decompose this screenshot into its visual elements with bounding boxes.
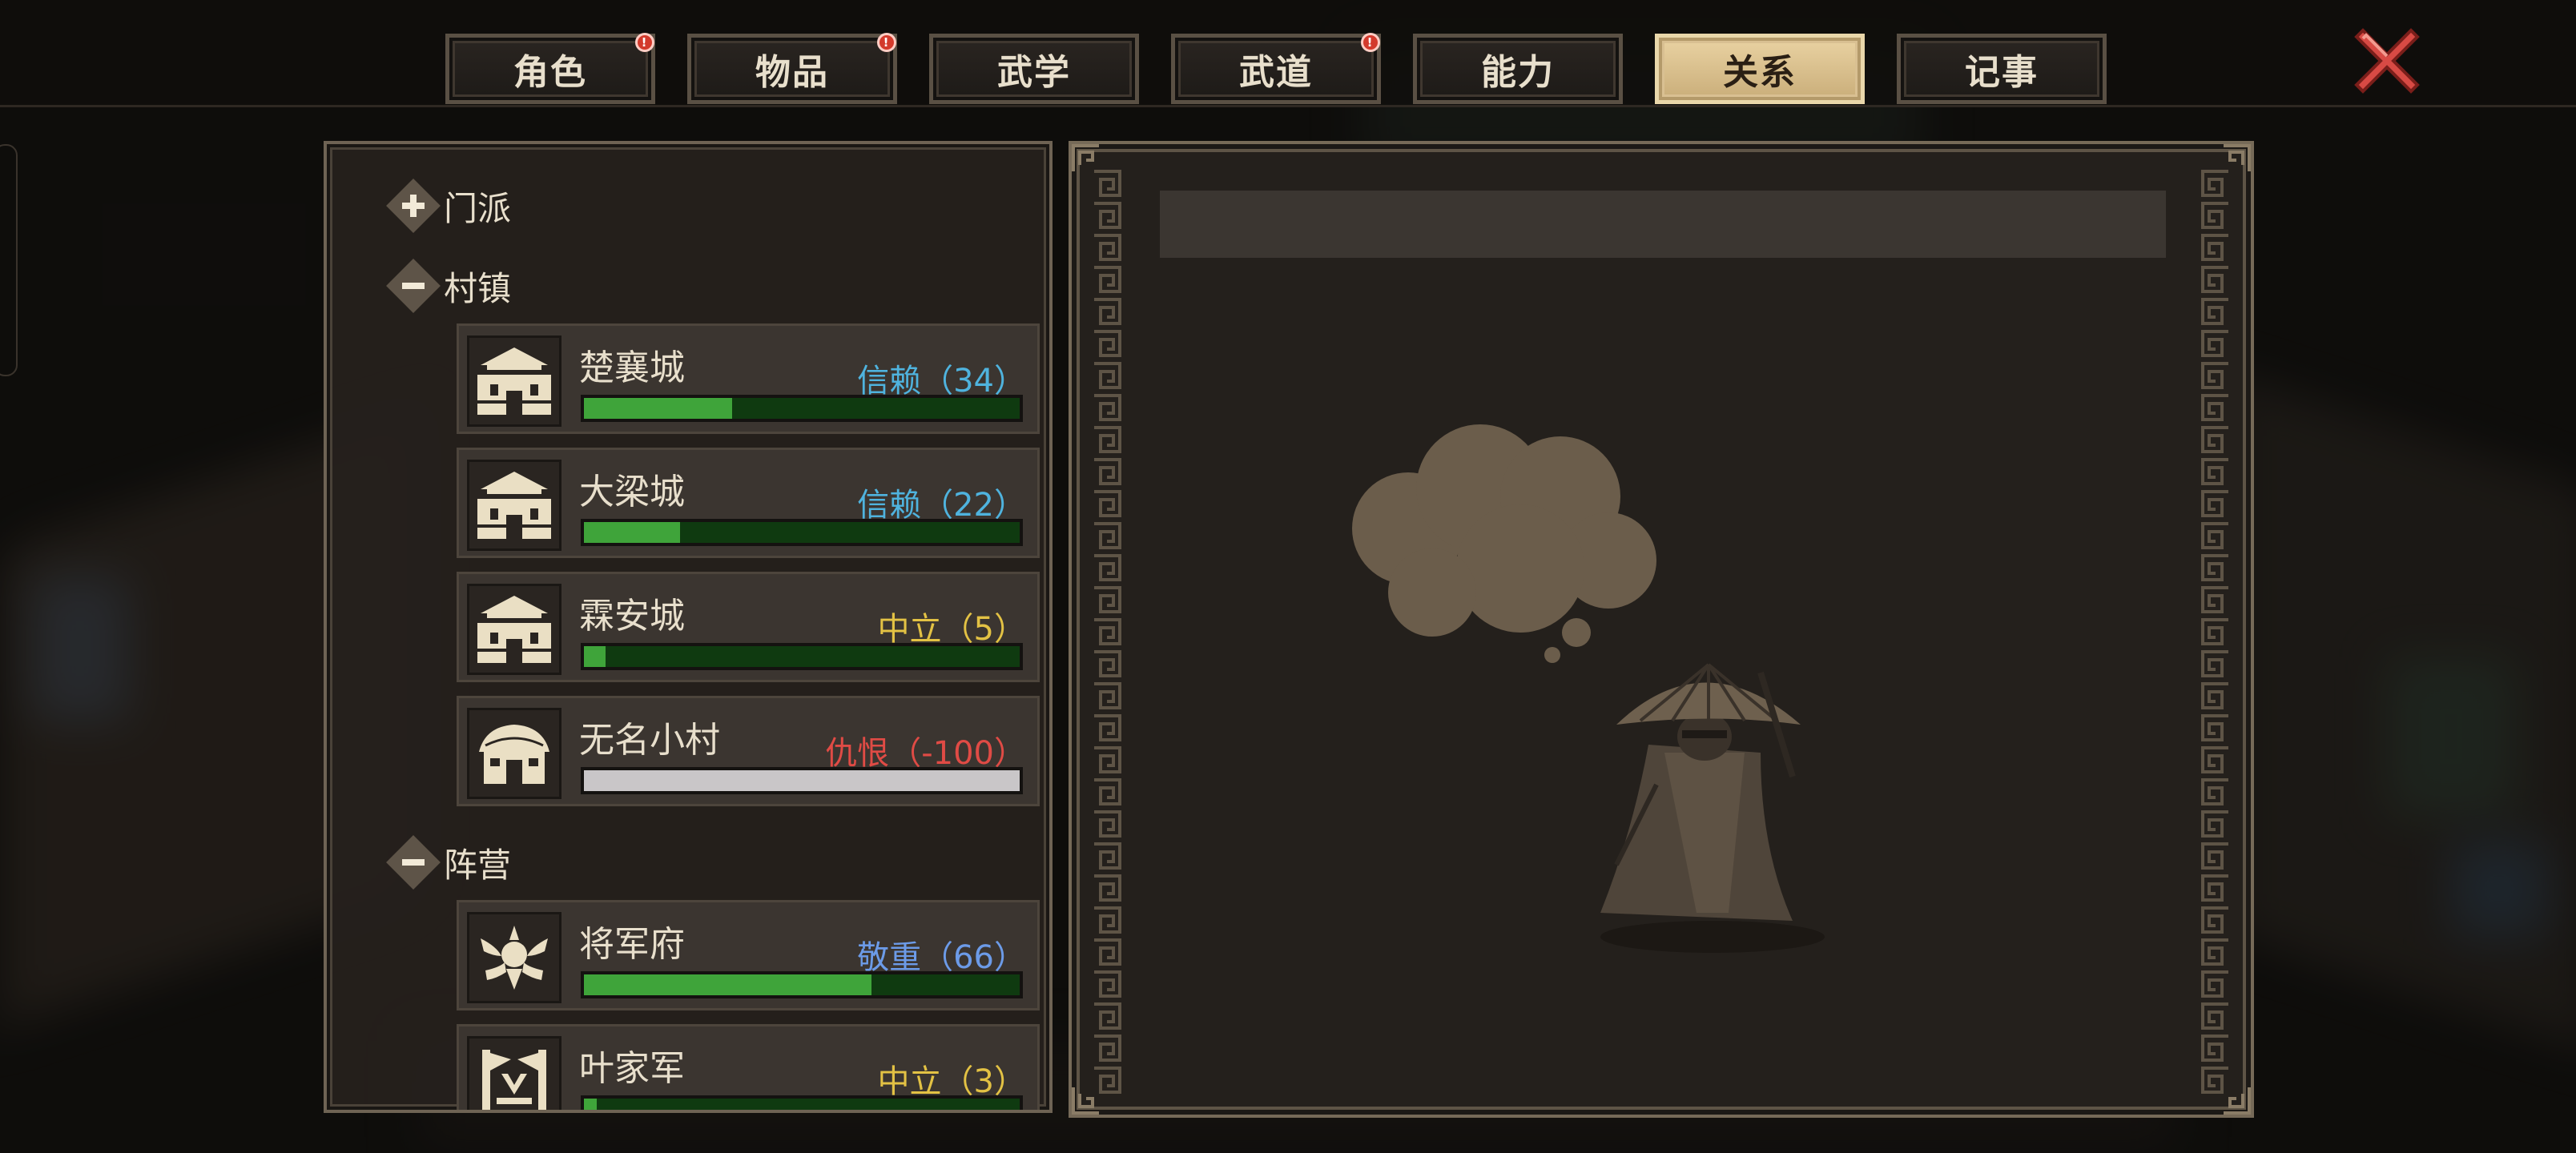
city-gate-icon [467, 335, 561, 427]
expand-plus-icon[interactable] [384, 177, 442, 235]
relation-info-bar [1160, 191, 2166, 258]
group-label: 村镇 [444, 268, 512, 308]
relation-name: 霖安城 [579, 596, 685, 637]
frame-corner-icon [1072, 1087, 1099, 1115]
tab-abilities[interactable]: 能力 [1413, 34, 1623, 104]
collapse-minus-icon[interactable] [384, 257, 442, 315]
tab-martial-way[interactable]: 武道 ! [1171, 33, 1381, 104]
relation-name: 叶家军 [579, 1048, 685, 1089]
relation-entry[interactable]: 霖安城 中立（5） [457, 572, 1040, 682]
group-label: 门派 [444, 188, 512, 228]
relation-progress-bar [581, 643, 1023, 670]
tab-journal[interactable]: 记事 [1897, 34, 2107, 104]
frame-corner-icon [2224, 1087, 2251, 1115]
thinking-wanderer-icon [1352, 424, 1825, 953]
relation-entry[interactable]: 无名小村 仇恨（-100） [457, 696, 1040, 806]
group-label: 阵营 [444, 845, 512, 885]
relation-progress-bar [581, 519, 1023, 546]
tab-label: 角色 [513, 52, 587, 93]
meander-border-icon [2198, 168, 2233, 1097]
tab-character[interactable]: 角色 ! [445, 33, 655, 104]
relation-entry[interactable]: 大梁城 信赖（22） [457, 448, 1040, 558]
relation-progress-bar [581, 395, 1023, 422]
tab-label: 物品 [755, 52, 829, 93]
general-crest-icon [467, 912, 561, 1003]
city-gate-icon [467, 460, 561, 551]
tab-martial-arts[interactable]: 武学 [929, 34, 1139, 104]
village-hut-icon [467, 708, 561, 799]
notification-badge-icon: ! [877, 33, 896, 52]
tab-label: 能力 [1481, 52, 1555, 93]
relation-name: 无名小村 [579, 720, 720, 761]
tab-relations[interactable]: 关系 [1655, 34, 1865, 104]
city-gate-icon [467, 584, 561, 675]
relation-entry[interactable]: 叶家军 中立（3） [457, 1024, 1040, 1110]
notification-badge-icon: ! [635, 33, 654, 52]
frame-corner-icon [2224, 144, 2251, 171]
collapse-minus-icon[interactable] [384, 834, 442, 891]
frame-corner-icon [1072, 144, 1099, 171]
tab-label: 关系 [1723, 52, 1797, 93]
group-header-towns[interactable]: 村镇 [384, 258, 511, 314]
tab-label: 武道 [1239, 52, 1313, 93]
notification-badge-icon: ! [1361, 33, 1380, 52]
group-header-sect[interactable]: 门派 [384, 178, 511, 234]
relation-entry[interactable]: 楚襄城 信赖（34） [457, 323, 1040, 434]
relation-name: 将军府 [579, 924, 685, 965]
relation-progress-bar [581, 767, 1023, 794]
relation-progress-bar [581, 1095, 1023, 1110]
close-icon[interactable] [2347, 21, 2427, 101]
relation-name: 大梁城 [579, 472, 685, 512]
relation-detail-panel [1069, 141, 2254, 1118]
relation-progress-bar [581, 971, 1023, 998]
tab-label: 记事 [1965, 52, 2039, 93]
tab-bar: 角色 ! 物品 ! 武学 武道 ! 能力 关系 记事 [0, 0, 2576, 107]
army-banner-icon [467, 1036, 561, 1110]
tab-items[interactable]: 物品 ! [687, 33, 897, 104]
meander-border-icon [1089, 168, 1125, 1097]
relation-entry[interactable]: 将军府 敬重（66） [457, 900, 1040, 1010]
relations-list-panel[interactable]: 门派 村镇 楚襄城 信赖（34） 大梁城 信赖（22） 霖安城 中立（5） 无名… [324, 141, 1053, 1113]
tab-label: 武学 [997, 52, 1071, 93]
relation-name: 楚襄城 [579, 348, 685, 388]
group-header-factions[interactable]: 阵营 [384, 834, 511, 890]
